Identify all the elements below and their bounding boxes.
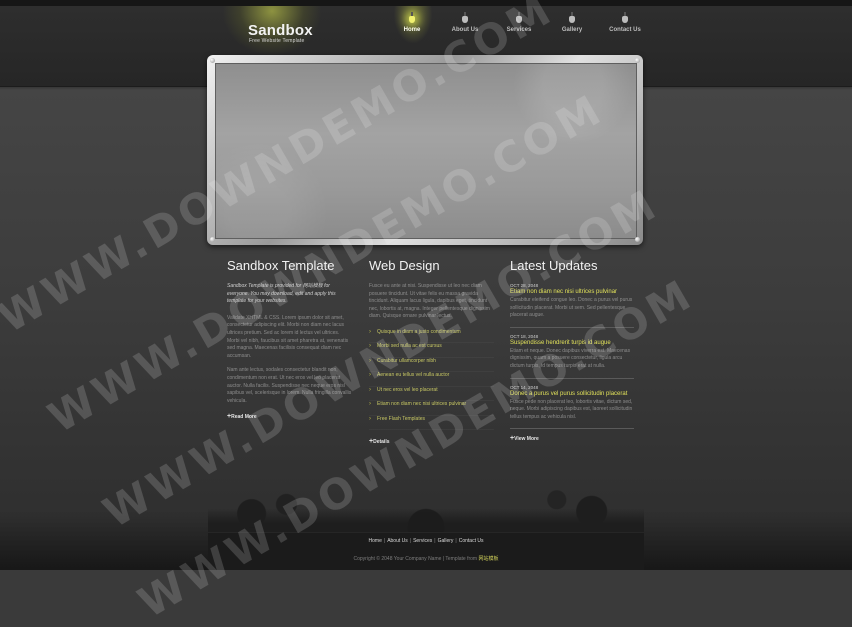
list-item[interactable]: › Curabitur ullamcorper nibh xyxy=(369,358,494,373)
list-item-label: Aenean eu tellus vel nulla auctor xyxy=(377,372,450,379)
arrow-right-icon: › xyxy=(369,357,371,364)
list-item[interactable]: › Morbi sed nulla ac est cursus xyxy=(369,343,494,358)
column-latest-updates: Latest Updates OCT 28, 2048 Etiam non di… xyxy=(510,258,636,442)
update-entry: OCT 14, 2048 Donec a purus vel purus sol… xyxy=(510,385,636,422)
list-item-label: Curabitur ullamcorper nibh xyxy=(377,357,436,364)
footer-link-services[interactable]: Services xyxy=(413,538,432,544)
rivet-icon xyxy=(210,237,215,242)
update-text: Fusce pede non placerat leo, lobortis vi… xyxy=(510,398,633,420)
featured-image-panel xyxy=(215,63,637,239)
list-item[interactable]: › Quisque in diam a justo condimentum xyxy=(369,329,494,344)
update-title-link[interactable]: Etiam non diam nec nisi ultrices pulvina… xyxy=(510,289,636,295)
divider xyxy=(510,428,634,430)
footer-nav: Home | About Us | Services | Gallery | Contact U… xyxy=(0,538,852,544)
gears-decoration xyxy=(208,486,644,532)
template-source-link[interactable]: 网站模板 xyxy=(478,556,498,562)
copyright-text: Copyright © 2048 Your Company Name | Tem… xyxy=(353,556,479,562)
list-item-label: Etiam non diam nec nisi ultrices pulvina… xyxy=(377,401,467,408)
list-item[interactable]: › Ut nec eros vel leo placerat xyxy=(369,387,494,402)
nav-item-home[interactable]: Home xyxy=(382,12,442,33)
list-item-label: Free Flash Templates xyxy=(377,415,425,422)
separator: | xyxy=(455,538,457,544)
update-date: OCT 14, 2048 xyxy=(510,384,539,390)
body-paragraph: Nam ante lectus, sodales consectetur bla… xyxy=(227,367,352,404)
separator: | xyxy=(383,538,386,544)
nav-item-label: Services xyxy=(506,27,532,33)
list-item-label: Morbi sed nulla ac est cursus xyxy=(377,343,442,350)
column-web-design: Web Design Fusce eu ante at nisi. Suspen… xyxy=(369,258,494,445)
intro-paragraph: Sandbox Template is provided for 网站模板 fo… xyxy=(227,283,336,305)
update-text: Curabitur eleifend congue leo. Donec a p… xyxy=(510,297,633,319)
rivet-icon xyxy=(635,237,640,242)
update-entry: OCT 18, 2048 Suspendisse hendrerit turpi… xyxy=(510,334,636,371)
read-more-link[interactable]: Read More xyxy=(227,413,352,420)
lightbulb-icon xyxy=(569,12,575,23)
lightbulb-icon xyxy=(462,12,468,23)
divider xyxy=(510,326,634,328)
footer-link-contact-us[interactable]: Contact Us xyxy=(459,538,484,544)
featured-image-frame xyxy=(207,55,643,245)
intro-paragraph: Fusce eu ante at nisi. Suspendisse ut le… xyxy=(369,283,490,320)
arrow-right-icon: › xyxy=(369,372,371,379)
copyright: Copyright © 2048 Your Company Name | Tem… xyxy=(0,555,852,562)
list-item-label: Ut nec eros vel leo placerat xyxy=(377,386,438,393)
column-title: Web Design xyxy=(369,258,440,273)
list-item-label: Quisque in diam a justo condimentum xyxy=(377,328,461,335)
separator: | xyxy=(409,538,412,544)
nav-item-label: Gallery xyxy=(561,27,583,33)
lightbulb-icon xyxy=(622,12,628,23)
nav-item-label: About Us xyxy=(451,27,479,33)
footer-link-gallery[interactable]: Gallery xyxy=(438,538,454,544)
update-entry: OCT 28, 2048 Etiam non diam nec nisi ult… xyxy=(510,283,636,320)
nav-item-label: Contact Us xyxy=(609,27,641,33)
nav-item-services[interactable]: Services xyxy=(489,12,549,33)
column-title: Latest Updates xyxy=(510,258,598,273)
site-logo-title[interactable]: Sandbox xyxy=(248,22,313,39)
arrow-right-icon: › xyxy=(369,343,371,350)
nav-item-label: Home xyxy=(403,27,421,33)
feature-list: › Quisque in diam a justo condimentum › Mo… xyxy=(369,329,494,431)
separator: | xyxy=(434,538,436,544)
body-paragraph: Validate XHTML & CSS. Lorem ipsum dolor … xyxy=(227,314,349,359)
column-sandbox-template: Sandbox Template Sandbox Template is pro… xyxy=(227,258,352,420)
lightbulb-icon xyxy=(516,12,522,23)
column-title: Sandbox Template xyxy=(227,258,335,273)
arrow-right-icon: › xyxy=(369,415,371,422)
nav-item-about-us[interactable]: About Us xyxy=(435,12,495,33)
rivet-icon xyxy=(210,58,215,63)
nav-item-contact-us[interactable]: Contact Us xyxy=(595,12,655,33)
rivet-icon xyxy=(635,58,640,63)
update-title-link[interactable]: Donec a purus vel purus sollicitudin pla… xyxy=(510,391,636,397)
lightbulb-icon xyxy=(409,12,415,23)
update-text: Etiam et neque. Donec dapibus viverra es… xyxy=(510,347,631,369)
list-item[interactable]: › Aenean eu tellus vel nulla auctor xyxy=(369,372,494,387)
list-item[interactable]: › Free Flash Templates xyxy=(369,416,494,431)
list-item[interactable]: › Etiam non diam nec nisi ultrices pulvin… xyxy=(369,401,494,416)
site-logo-subtitle: Free Website Template xyxy=(249,38,305,44)
arrow-right-icon: › xyxy=(369,401,371,408)
footer-link-home[interactable]: Home xyxy=(369,538,382,544)
view-more-link[interactable]: View More xyxy=(510,435,636,442)
details-link[interactable]: Details xyxy=(369,438,494,445)
divider xyxy=(510,377,634,379)
update-title-link[interactable]: Suspendisse hendrerit turpis id augue xyxy=(510,340,636,346)
arrow-right-icon: › xyxy=(369,386,371,393)
update-date: OCT 18, 2048 xyxy=(510,333,539,339)
nav-item-gallery[interactable]: Gallery xyxy=(542,12,602,33)
footer-link-about-us[interactable]: About Us xyxy=(387,538,408,544)
update-date: OCT 28, 2048 xyxy=(510,283,539,288)
arrow-right-icon: › xyxy=(369,328,371,335)
